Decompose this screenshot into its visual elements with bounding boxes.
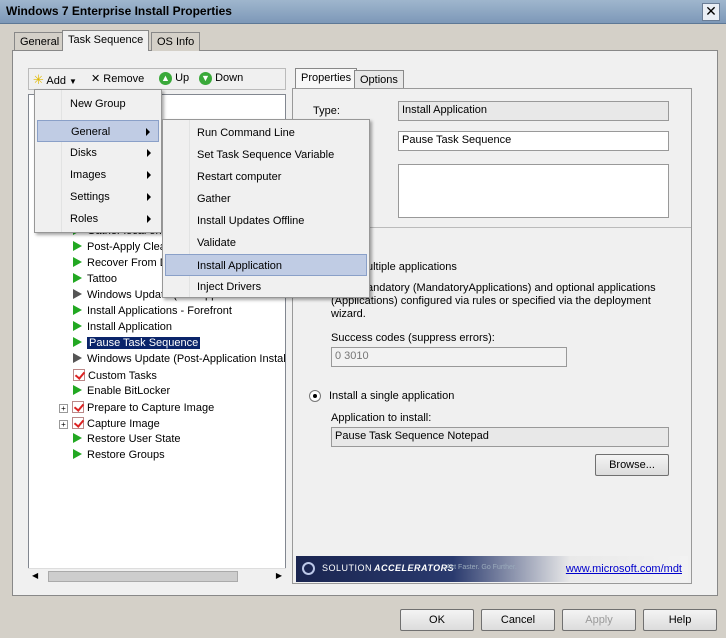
menu-item-new-group[interactable]: New Group xyxy=(70,93,126,115)
single-app-radio[interactable] xyxy=(309,390,321,402)
submenu-arrow-icon xyxy=(147,171,151,179)
step-icon xyxy=(73,321,82,331)
close-icon[interactable]: ✕ xyxy=(702,3,720,21)
group-check-icon xyxy=(72,401,84,413)
submenu-arrow-icon xyxy=(147,215,151,223)
add-button[interactable]: ✳ Add ▼ xyxy=(33,72,77,88)
tab-general[interactable]: General xyxy=(14,32,66,51)
window-title: Windows 7 Enterprise Install Properties xyxy=(6,4,232,18)
submenu-item-set-variable[interactable]: Set Task Sequence Variable xyxy=(197,144,334,166)
ok-button[interactable]: OK xyxy=(400,609,474,631)
type-label: Type: xyxy=(313,105,340,117)
multiple-apps-label: ultiple applications xyxy=(367,261,457,273)
tree-item[interactable]: Restore Groups xyxy=(73,449,165,465)
tree-item[interactable]: Post-Apply Clea xyxy=(73,241,166,257)
help-button[interactable]: Help xyxy=(643,609,717,631)
tree-item[interactable]: Install Applications - Forefront xyxy=(73,305,232,321)
expand-icon[interactable]: + xyxy=(59,420,68,429)
add-menu: New Group General Disks Images Settings … xyxy=(34,89,162,233)
banner-brand-2: ACCELERATORS xyxy=(374,563,455,573)
mdt-logo-icon xyxy=(302,562,315,575)
tab-options[interactable]: Options xyxy=(354,70,404,90)
multiple-apps-desc-1: andatory (MandatoryApplications) and opt… xyxy=(367,282,656,294)
down-arrow-icon: ▼ xyxy=(199,72,212,85)
scroll-left-icon[interactable]: ◀ xyxy=(32,571,38,580)
solution-accelerators-banner: SOLUTION ACCELERATORS Act Faster. Go Fur… xyxy=(296,556,688,582)
submenu-arrow-icon xyxy=(147,149,151,157)
tree-group[interactable]: + Prepare to Capture Image xyxy=(59,401,214,417)
step-icon xyxy=(73,305,82,315)
title-bar: Windows 7 Enterprise Install Properties … xyxy=(0,0,726,24)
submenu-item-run-command-line[interactable]: Run Command Line xyxy=(197,122,295,144)
tree-item[interactable]: Install Application xyxy=(73,321,172,337)
type-field: Install Application xyxy=(398,101,669,121)
remove-x-icon: ✕ xyxy=(91,73,101,85)
tree-item[interactable]: Enable BitLocker xyxy=(73,385,170,401)
app-to-install-label: Application to install: xyxy=(331,412,432,424)
menu-item-settings[interactable]: Settings xyxy=(37,186,159,208)
submenu-item-validate[interactable]: Validate xyxy=(197,232,236,254)
step-icon xyxy=(73,449,82,459)
down-button[interactable]: ▼ Down xyxy=(199,72,243,85)
step-icon xyxy=(73,273,82,283)
success-codes-label: Success codes (suppress errors): xyxy=(331,332,495,344)
task-toolbar: ✳ Add ▼ ✕ Remove ▲ Up ▼ Down xyxy=(28,68,286,90)
submenu-item-restart-computer[interactable]: Restart computer xyxy=(197,166,281,188)
up-arrow-icon: ▲ xyxy=(159,72,172,85)
menu-item-general[interactable]: General xyxy=(37,120,159,142)
browse-button[interactable]: Browse... xyxy=(595,454,669,476)
submenu-item-inject-drivers[interactable]: Inject Drivers xyxy=(197,276,261,298)
description-field[interactable] xyxy=(398,164,669,218)
tree-item[interactable]: Recover From D xyxy=(73,257,168,273)
banner-brand-1: SOLUTION xyxy=(322,563,373,573)
general-submenu: Run Command Line Set Task Sequence Varia… xyxy=(162,119,370,298)
name-field[interactable]: Pause Task Sequence xyxy=(398,131,669,151)
apply-button[interactable]: Apply xyxy=(562,609,636,631)
submenu-item-gather[interactable]: Gather xyxy=(197,188,231,210)
tree-group[interactable]: + Capture Image xyxy=(59,417,160,433)
success-codes-field: 0 3010 xyxy=(331,347,567,367)
scroll-thumb[interactable] xyxy=(48,571,238,582)
tree-item-selected[interactable]: Pause Task Sequence xyxy=(73,337,201,353)
remove-button[interactable]: ✕ Remove xyxy=(91,72,144,85)
step-icon xyxy=(73,433,82,443)
horizontal-scrollbar[interactable]: ◀ ▶ xyxy=(28,568,286,584)
single-app-label: Install a single application xyxy=(329,390,455,402)
step-icon xyxy=(73,257,82,267)
tree-group[interactable]: Custom Tasks xyxy=(73,369,157,385)
add-star-icon: ✳ xyxy=(33,72,44,87)
submenu-arrow-icon xyxy=(146,128,150,136)
disabled-step-icon xyxy=(73,353,82,363)
multiple-apps-desc-2: (Applications) configured via rules or s… xyxy=(331,295,651,307)
step-icon xyxy=(73,337,82,347)
submenu-item-install-application[interactable]: Install Application xyxy=(165,254,367,276)
cancel-button[interactable]: Cancel xyxy=(481,609,555,631)
menu-item-disks[interactable]: Disks xyxy=(37,142,159,164)
scroll-right-icon[interactable]: ▶ xyxy=(276,571,282,580)
expand-icon[interactable]: + xyxy=(59,404,68,413)
tree-item[interactable]: Restore User State xyxy=(73,433,181,449)
banner-tagline: Act Faster. Go Further. xyxy=(446,564,517,571)
app-to-install-field: Pause Task Sequence Notepad xyxy=(331,427,669,447)
step-icon xyxy=(73,385,82,395)
group-check-icon xyxy=(72,417,84,429)
disabled-step-icon xyxy=(73,289,82,299)
group-check-icon xyxy=(73,369,85,381)
multiple-apps-desc-3: wizard. xyxy=(331,308,366,320)
tree-item[interactable]: Windows Update (Post-Application Install xyxy=(73,353,285,369)
tree-item[interactable]: Tattoo xyxy=(73,273,117,289)
tab-task-sequence[interactable]: Task Sequence xyxy=(62,30,150,51)
menu-item-images[interactable]: Images xyxy=(37,164,159,186)
step-icon xyxy=(73,241,82,251)
up-button[interactable]: ▲ Up xyxy=(159,72,189,85)
menu-item-roles[interactable]: Roles xyxy=(37,208,159,230)
tab-properties[interactable]: Properties xyxy=(295,68,358,90)
submenu-item-install-updates-offline[interactable]: Install Updates Offline xyxy=(197,210,304,232)
chevron-down-icon: ▼ xyxy=(69,77,77,86)
submenu-arrow-icon xyxy=(147,193,151,201)
mdt-link[interactable]: www.microsoft.com/mdt xyxy=(566,563,682,575)
tab-os-info[interactable]: OS Info xyxy=(151,32,201,51)
